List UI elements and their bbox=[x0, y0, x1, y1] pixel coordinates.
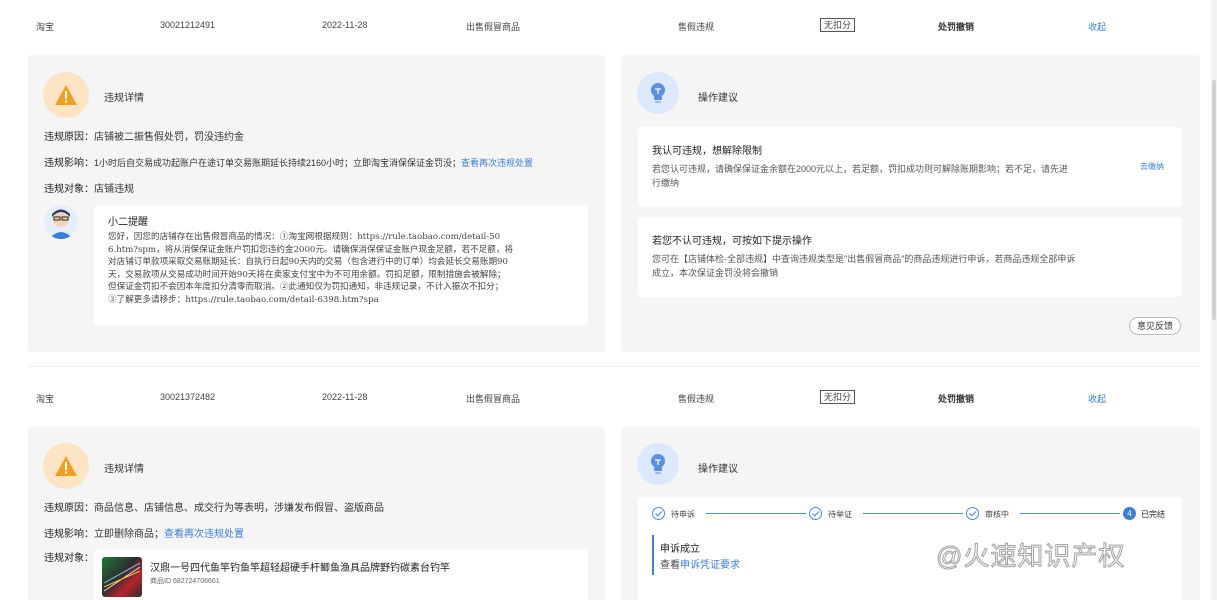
xiaoer-line: ③了解更多请移步：https://rule.taobao.com/detail-… bbox=[108, 294, 379, 305]
reason-label: 违规原因： bbox=[44, 503, 94, 514]
impact-label: 违规影响： bbox=[44, 158, 94, 169]
details-title: 违规详情 bbox=[104, 464, 144, 475]
violation-details-panel: 违规详情 违规原因：店铺被二振售假处罚，罚没违约金 违规影响：1小时后自交易成功… bbox=[28, 55, 605, 352]
xiaoer-title: 小二提醒 bbox=[108, 217, 148, 228]
step-connector bbox=[706, 513, 806, 514]
collapse-link[interactable]: 收起 bbox=[1088, 392, 1106, 405]
step-number: 4 bbox=[1127, 509, 1132, 518]
violation-impact: 违规影响：立即删除商品；查看再次违规处置 bbox=[44, 525, 244, 540]
reason-value: 商品信息、店铺信息、成交行为等表明，涉嫌发布假冒、盗版商品 bbox=[94, 503, 384, 514]
step-label: 待举证 bbox=[828, 510, 852, 519]
deduction-tag: 无扣分 bbox=[820, 18, 856, 32]
check-circle-icon bbox=[652, 507, 665, 520]
target-label: 违规对象： bbox=[44, 553, 94, 564]
lightbulb-icon bbox=[637, 443, 679, 485]
accept-violation-card: 我认可违规，想解除限制 若您认可违规，请确保保证金余额在2000元以上，若足额，… bbox=[638, 127, 1182, 207]
date: 2022-11-28 bbox=[322, 20, 368, 30]
step-label: 已完结 bbox=[1141, 510, 1165, 519]
impact-label: 违规影响： bbox=[44, 529, 94, 540]
appeal-result-text: 查看申诉凭证要求 bbox=[660, 559, 740, 573]
reason-type: 出售假冒商品 bbox=[466, 22, 521, 32]
xiaoer-line: 对店铺订单款项采取交易账期延长：自执行日起90天内的交易（包含进行中的订单）均会… bbox=[108, 257, 508, 268]
violation-target: 违规对象：店铺违规 bbox=[44, 180, 134, 195]
order-id: 30021372482 bbox=[160, 392, 216, 402]
accept-text: 若您认可违规，请确保保证金余额在2000元以上，若足额，罚扣成功则可解除账期影响… bbox=[652, 162, 1132, 190]
dispute-violation-card: 若您不认可违规，可按如下提示操作 您可在【店铺体检-全部违规】中查询违规类型是"… bbox=[638, 217, 1182, 297]
details-title: 违规详情 bbox=[104, 93, 144, 104]
violation-target: 违规对象： bbox=[44, 549, 94, 564]
check-circle-icon bbox=[966, 507, 979, 520]
result-prefix: 查看 bbox=[660, 560, 680, 571]
xiaoer-message: 您好，因您的店铺存在出售假冒商品的情况：①淘宝网根据规则：https://rul… bbox=[108, 231, 582, 307]
reason-value: 店铺被二振售假处罚，罚没违约金 bbox=[94, 132, 244, 143]
repeat-violation-link[interactable]: 查看再次违规处置 bbox=[164, 529, 244, 540]
check-circle-icon bbox=[809, 507, 822, 520]
advice-title: 操作建议 bbox=[698, 464, 738, 475]
xiaoer-line: 天，交易款项从交易成功时间开始90天将在卖家支付宝中为不可用余额。罚扣足额，限制… bbox=[108, 269, 506, 280]
dispute-line: 您可在【店铺体检-全部违规】中查询违规类型是"出售假冒商品"的商品违规进行申诉，… bbox=[652, 254, 1076, 264]
product-card[interactable]: 汉鼎一号四代鱼竿钓鱼竿超轻超硬手杆鲫鱼渔具品牌野钓碳素台钓竿 商品ID 6827… bbox=[94, 549, 588, 600]
xiaoer-line: 6.htm?spm，将从消保保证金账户罚扣您违约金2000元。请确保消保保证金账… bbox=[108, 244, 514, 255]
accept-title: 我认可违规，想解除限制 bbox=[652, 146, 762, 157]
record-row: 淘宝 30021212491 2022-11-28 出售假冒商品 售假违规 无扣… bbox=[0, 14, 1200, 38]
advice-title: 操作建议 bbox=[698, 93, 738, 104]
pay-link[interactable]: 去缴纳 bbox=[1140, 160, 1164, 174]
avatar bbox=[44, 205, 78, 239]
date: 2022-11-28 bbox=[322, 392, 368, 402]
warning-icon bbox=[43, 443, 89, 489]
accept-line: 行缴纳 bbox=[652, 178, 680, 188]
punishment-status: 处罚撤销 bbox=[938, 22, 975, 32]
feedback-button[interactable]: 意见反馈 bbox=[1129, 317, 1181, 335]
watermark: @火速知识产权 bbox=[935, 541, 1126, 572]
lightbulb-icon bbox=[637, 72, 679, 114]
target-value: 店铺违规 bbox=[94, 184, 134, 195]
advice-panel: 操作建议 我认可违规，想解除限制 若您认可违规，请确保保证金余额在2000元以上… bbox=[621, 55, 1200, 352]
step-number-badge: 4 bbox=[1123, 507, 1136, 520]
result-accent-bar bbox=[652, 535, 654, 575]
step-label: 审核中 bbox=[985, 510, 1009, 519]
collapse-link[interactable]: 收起 bbox=[1088, 20, 1106, 33]
step-connector bbox=[863, 513, 963, 514]
accept-line: 若您认可违规，请确保保证金余额在2000元以上，若足额，罚扣成功则可解除账期影响… bbox=[652, 164, 1069, 174]
appeal-result-title: 申诉成立 bbox=[660, 544, 700, 555]
violation-type: 售假违规 bbox=[678, 394, 715, 404]
violation-reason: 违规原因：店铺被二振售假处罚，罚没违约金 bbox=[44, 128, 244, 143]
violation-impact: 违规影响：1小时后自交易成功起账户在途订单交易账期延长持续2160小时；立即淘宝… bbox=[44, 154, 533, 169]
reason-label: 违规原因： bbox=[44, 132, 94, 143]
step-connector bbox=[1020, 513, 1120, 514]
violation-details-panel: 违规详情 违规原因：商品信息、店铺信息、成交行为等表明，涉嫌发布假冒、盗版商品 … bbox=[28, 427, 605, 600]
product-id: 商品ID 682724706661 bbox=[150, 578, 220, 585]
deduction-tag: 无扣分 bbox=[820, 390, 856, 404]
violation-type: 售假违规 bbox=[678, 22, 715, 32]
impact-value: 1小时后自交易成功起账户在途订单交易账期延长持续2160小时；立即淘宝消保保证金… bbox=[94, 158, 462, 168]
step-label: 待申诉 bbox=[671, 510, 695, 519]
target-label: 违规对象： bbox=[44, 184, 94, 195]
xiaoer-reminder: 小二提醒 您好，因您的店铺存在出售假冒商品的情况：①淘宝网根据规则：https:… bbox=[94, 205, 588, 325]
scrollbar-thumb[interactable] bbox=[1212, 80, 1216, 320]
order-id: 30021212491 bbox=[160, 20, 216, 30]
product-name[interactable]: 汉鼎一号四代鱼竿钓鱼竿超轻超硬手杆鲫鱼渔具品牌野钓碳素台钓竿 bbox=[150, 559, 450, 574]
repeat-violation-link[interactable]: 查看再次违规处置 bbox=[461, 158, 533, 168]
impact-value: 立即删除商品； bbox=[94, 529, 164, 540]
appeal-evidence-link[interactable]: 申诉凭证要求 bbox=[680, 560, 740, 571]
xiaoer-line: 您好，因您的店铺存在出售假冒商品的情况：①淘宝网根据规则：https://rul… bbox=[108, 232, 501, 242]
violation-reason: 违规原因：商品信息、店铺信息、成交行为等表明，涉嫌发布假冒、盗版商品 bbox=[44, 499, 384, 514]
advice-panel: 操作建议 待申诉 待举证 审核中 4 已完结 申诉成立 查看申诉凭证要求 bbox=[621, 427, 1200, 600]
xiaoer-line: 但保证金罚扣不会因本年度扣分清零而取消。②此通知仅为罚扣通知，非违规记录，不计入… bbox=[108, 282, 504, 293]
dispute-line: 成立，本次保证金罚没将会撤销 bbox=[652, 268, 779, 278]
warning-icon bbox=[43, 72, 89, 118]
dispute-title: 若您不认可违规，可按如下提示操作 bbox=[652, 236, 812, 247]
platform: 淘宝 bbox=[36, 394, 55, 404]
record-row: 淘宝 30021372482 2022-11-28 出售假冒商品 售假违规 无扣… bbox=[0, 386, 1200, 410]
platform: 淘宝 bbox=[36, 22, 55, 32]
product-thumbnail bbox=[102, 557, 142, 597]
dispute-text: 您可在【店铺体检-全部违规】中查询违规类型是"出售假冒商品"的商品违规进行申诉，… bbox=[652, 252, 1172, 280]
record-divider bbox=[28, 366, 1200, 367]
reason-type: 出售假冒商品 bbox=[466, 394, 521, 404]
punishment-status: 处罚撤销 bbox=[938, 394, 975, 404]
